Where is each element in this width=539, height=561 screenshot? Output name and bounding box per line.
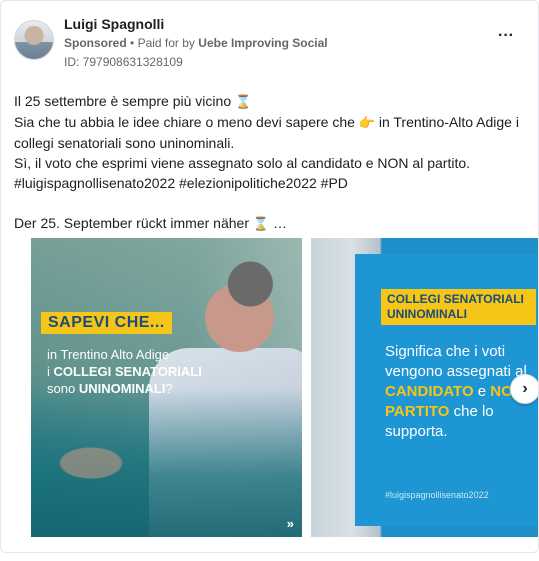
text-line: Sì, il voto che esprimi viene assegnato … <box>14 155 471 171</box>
media-carousel[interactable]: SAPEVI CHE... in Trentino Alto Adige i C… <box>1 238 538 537</box>
text-line: in Trentino-Alto Adige i <box>378 114 519 130</box>
slide-subtext-bold: UNINOMINALI <box>78 381 166 396</box>
author-name[interactable]: Luigi Spagnolli <box>64 16 164 32</box>
slide-tag-line: UNINOMINALI <box>387 307 467 321</box>
slide-subtext-line: ? <box>165 381 173 396</box>
text-line: Sia che tu abbia le idee chiare o meno d… <box>14 114 355 130</box>
see-more-ellipsis[interactable]: … <box>273 215 287 231</box>
post-text: Il 25 settembre è sempre più vicino ⌛ Si… <box>14 91 524 234</box>
slide-subtext-line: sono <box>47 381 79 396</box>
hashtags-line[interactable]: #luigispagnollisenato2022 #elezionipolit… <box>14 173 524 193</box>
text-line: collegi senatoriali sono uninominali. <box>14 135 235 151</box>
slide-body-highlight: CANDIDATO <box>385 383 474 400</box>
hourglass-icon: ⌛ <box>235 94 252 109</box>
slide-subtext: in Trentino Alto Adige i COLLEGI SENATOR… <box>47 346 247 397</box>
ad-id: ID: 797908631328109 <box>64 55 183 69</box>
text-line: Il 25 settembre è sempre più vicino <box>14 93 232 109</box>
double-chevron-right-icon: » <box>286 516 294 531</box>
slide-hashtag: #luigispagnollisenato2022 <box>385 490 489 500</box>
photo-hands <box>51 443 131 483</box>
carousel-slide-2[interactable]: COLLEGI SENATORIALI UNINOMINALI Signific… <box>311 238 538 537</box>
paid-for-prefix: Paid for by <box>137 36 195 50</box>
text-line: Der 25. September rückt immer näher <box>14 215 249 231</box>
pointing-hand-icon: 👉 <box>358 115 375 130</box>
ad-card: Luigi Spagnolli Sponsored • Paid for by … <box>0 0 539 553</box>
payer-name[interactable]: Uebe Improving Social <box>198 36 327 50</box>
slide-body-text: Significa che i voti vengono assegnati a… <box>385 343 527 380</box>
more-options-button[interactable]: ··· <box>496 28 516 45</box>
more-horizontal-icon: ··· <box>498 27 514 44</box>
separator: • <box>130 36 135 50</box>
sponsored-label: Sponsored <box>64 36 127 50</box>
chevron-right-icon: › <box>522 380 528 397</box>
slide-body-highlight: PARTITO <box>385 403 450 420</box>
hourglass-icon: ⌛ <box>252 216 270 231</box>
slide-headline: SAPEVI CHE... <box>41 312 172 334</box>
carousel-next-button[interactable]: › <box>510 374 538 404</box>
slide-subtext-bold: COLLEGI SENATORIALI <box>53 364 202 379</box>
avatar[interactable] <box>14 20 54 60</box>
slide-body-text: e <box>473 383 491 400</box>
slide-tag: COLLEGI SENATORIALI UNINOMINALI <box>381 289 536 325</box>
slide-subtext-line: in Trentino Alto Adige <box>47 347 170 362</box>
sponsored-line: Sponsored • Paid for by Uebe Improving S… <box>64 36 328 50</box>
slide-tag-line: COLLEGI SENATORIALI <box>387 292 524 306</box>
carousel-slide-1[interactable]: SAPEVI CHE... in Trentino Alto Adige i C… <box>31 238 302 537</box>
